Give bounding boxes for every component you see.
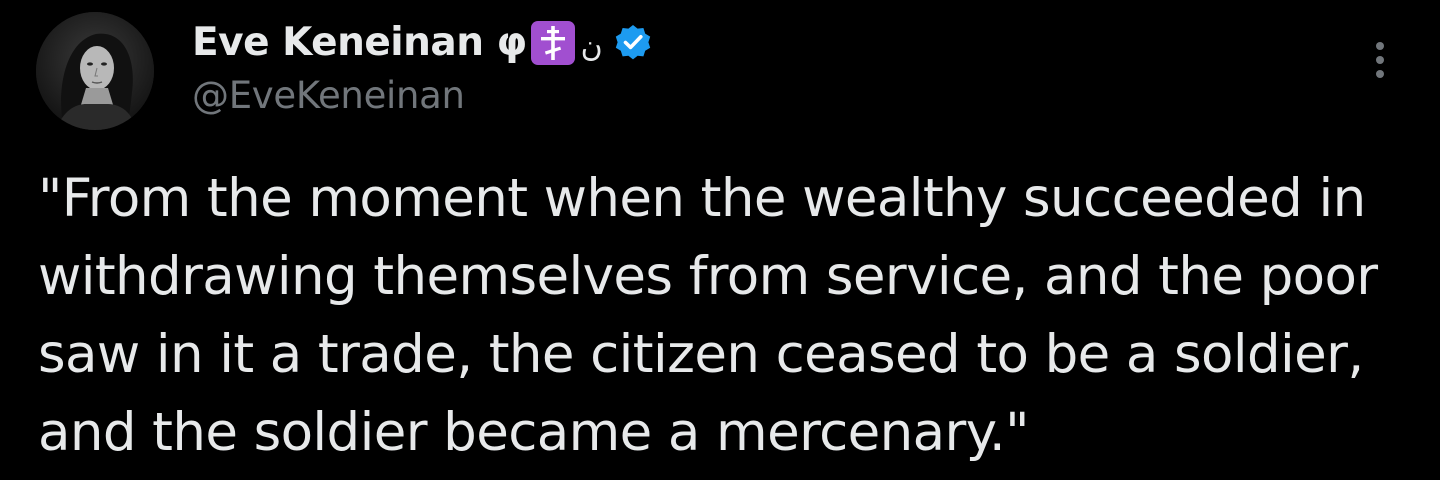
verified-badge-icon[interactable]: [613, 23, 653, 63]
display-name[interactable]: Eve Keneinan φ: [192, 20, 527, 65]
name-row: Eve Keneinan φ ن: [192, 14, 1292, 70]
tweet-text: "From the moment when the wealthy succee…: [38, 168, 1394, 463]
tweet-card: Eve Keneinan φ ن @EveKeneinan "From the …: [0, 0, 1440, 480]
user-handle[interactable]: @EveKeneinan: [192, 74, 1292, 117]
arabic-nun-symbol: ن: [580, 28, 603, 64]
more-options-icon[interactable]: [1360, 36, 1400, 84]
more-dot: [1376, 42, 1384, 50]
more-dot: [1376, 70, 1384, 78]
orthodox-cross-icon: [530, 21, 575, 65]
more-dot: [1376, 56, 1384, 64]
profile-photo: [36, 12, 154, 130]
tweet-header: Eve Keneinan φ ن @EveKeneinan: [192, 14, 1292, 117]
avatar[interactable]: [36, 12, 154, 130]
